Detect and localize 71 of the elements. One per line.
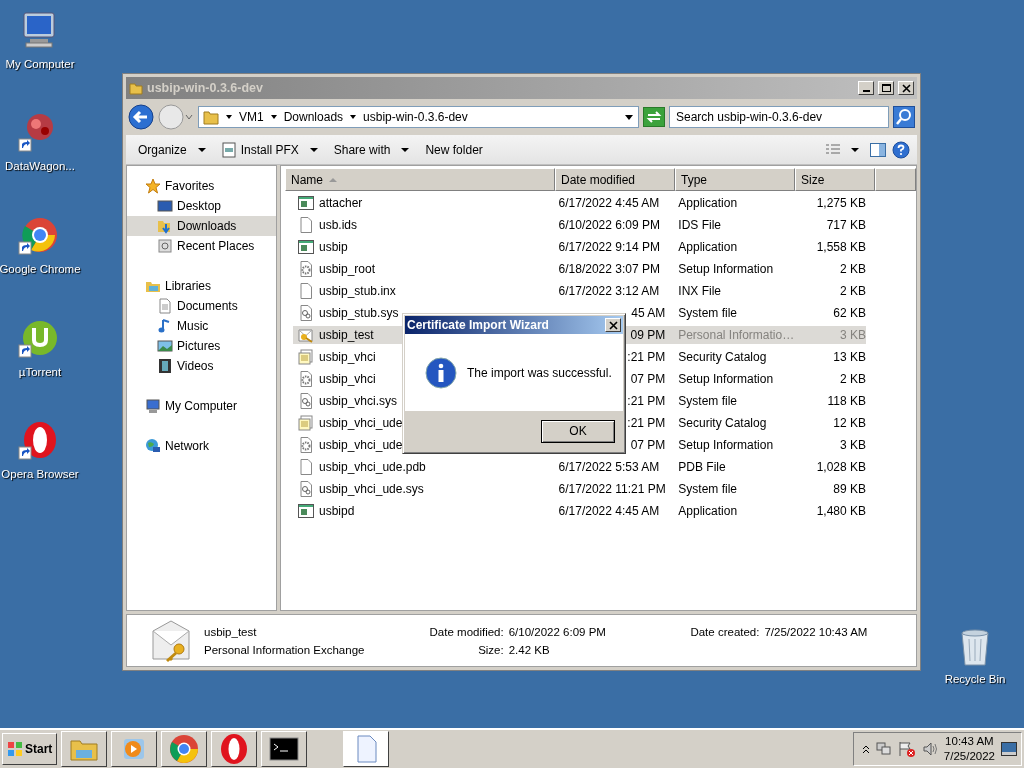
type-cell-text: System file — [677, 305, 739, 322]
date-cell: 6/17/2022 4:45 AM — [558, 504, 660, 518]
file-name: usbip_stub.sys — [319, 305, 399, 322]
type-cell-text: Application — [677, 195, 739, 212]
type-cell-text: System file — [677, 393, 739, 410]
date-cell: :21 PM — [627, 394, 666, 408]
dialog-title: Certificate Import Wizard — [407, 317, 550, 334]
type-cell-text: Application — [677, 239, 739, 256]
file-name: usbip_vhci_ude — [319, 437, 403, 454]
type-cell-text: INX File — [677, 283, 723, 300]
file-name: usbip_root — [319, 261, 376, 278]
detail-label: Size: — [477, 642, 504, 658]
type-cell-text: Application — [677, 503, 739, 520]
date-cell: 45 AM — [631, 306, 666, 320]
date-cell: 09 PM — [630, 328, 666, 342]
type-cell-text: Setup Information — [677, 437, 775, 454]
date-cell: 6/17/2022 11:21 PM — [558, 482, 666, 496]
type-cell: Personal Informatio… — [673, 326, 794, 344]
type-cell-text: Setup Information — [677, 371, 775, 388]
size-cell-text: 62 KB — [832, 305, 866, 322]
file-type: Personal Information Exchange — [204, 642, 366, 658]
type-cell-text: Security Catalog — [677, 349, 768, 366]
date-cell: 6/10/2022 6:09 PM — [558, 218, 660, 232]
size-cell-text: 2 KB — [839, 261, 866, 278]
file-name: usbip — [319, 239, 348, 256]
size-cell-text: 1,480 KB — [815, 503, 866, 520]
size-cell-text: 118 KB — [826, 393, 866, 410]
size-cell-text: 1,275 KB — [815, 195, 866, 212]
date-cell: 6/17/2022 3:12 AM — [558, 284, 660, 298]
date-cell: 6/17/2022 9:14 PM — [558, 240, 660, 254]
size-cell-text: 2 KB — [839, 371, 866, 388]
date-cell: 6/17/2022 5:53 AM — [558, 460, 660, 474]
size-cell-text: 12 KB — [832, 415, 866, 432]
date-cell: 07 PM — [630, 438, 666, 452]
date-cell: 6/18/2022 3:07 PM — [558, 262, 660, 276]
size-cell-text: 3 KB — [839, 437, 866, 454]
date-cell: :21 PM — [627, 350, 666, 364]
size-cell-text: 1,028 KB — [815, 459, 866, 476]
file-name: usbip_test — [319, 327, 374, 344]
file-name: usbip_stub.inx — [319, 283, 396, 300]
date-cell: 07 PM — [630, 372, 666, 386]
type-cell-text: IDS File — [677, 217, 723, 234]
size-cell-text: 1,558 KB — [815, 239, 866, 256]
file-name: usbip_vhci_ude — [319, 415, 403, 432]
type-cell-text: System file — [677, 481, 739, 498]
file-name: usbip_test — [204, 624, 258, 640]
date-cell: 6/17/2022 4:45 AM — [558, 196, 660, 210]
type-cell-text: PDB File — [677, 459, 727, 476]
size-cell: 3 KB — [793, 326, 866, 344]
file-name: usb.ids — [319, 217, 358, 234]
size-cell-text: 717 KB — [825, 217, 866, 234]
file-name: usbip_vhci.sys — [319, 393, 398, 410]
size-cell-text: 2 KB — [839, 283, 866, 300]
detail-label: Date created: — [689, 624, 760, 640]
detail-value: 6/10/2022 6:09 PM — [508, 624, 607, 640]
file-name: usbipd — [319, 503, 355, 520]
type-cell-text: Setup Information — [677, 261, 775, 278]
detail-label: Date modified: — [428, 624, 504, 640]
detail-value: 7/25/2022 10:43 AM — [764, 624, 869, 640]
window-title: usbip-win-0.3.6-dev — [147, 79, 264, 97]
file-name: usbip_vhci — [319, 371, 376, 388]
type-cell-text: Security Catalog — [677, 415, 768, 432]
file-name: usbip_vhci_ude.pdb — [319, 459, 426, 476]
date-cell: :21 PM — [627, 416, 666, 430]
size-cell-text: 89 KB — [832, 481, 866, 498]
size-cell-text: 13 KB — [832, 349, 866, 366]
detail-value: 2.42 KB — [508, 642, 551, 658]
file-name: usbip_vhci_ude.sys — [319, 481, 424, 498]
file-name: usbip_vhci — [319, 349, 376, 366]
file-name: attacher — [319, 195, 363, 212]
dialog-message: The import was successful. — [467, 364, 612, 382]
